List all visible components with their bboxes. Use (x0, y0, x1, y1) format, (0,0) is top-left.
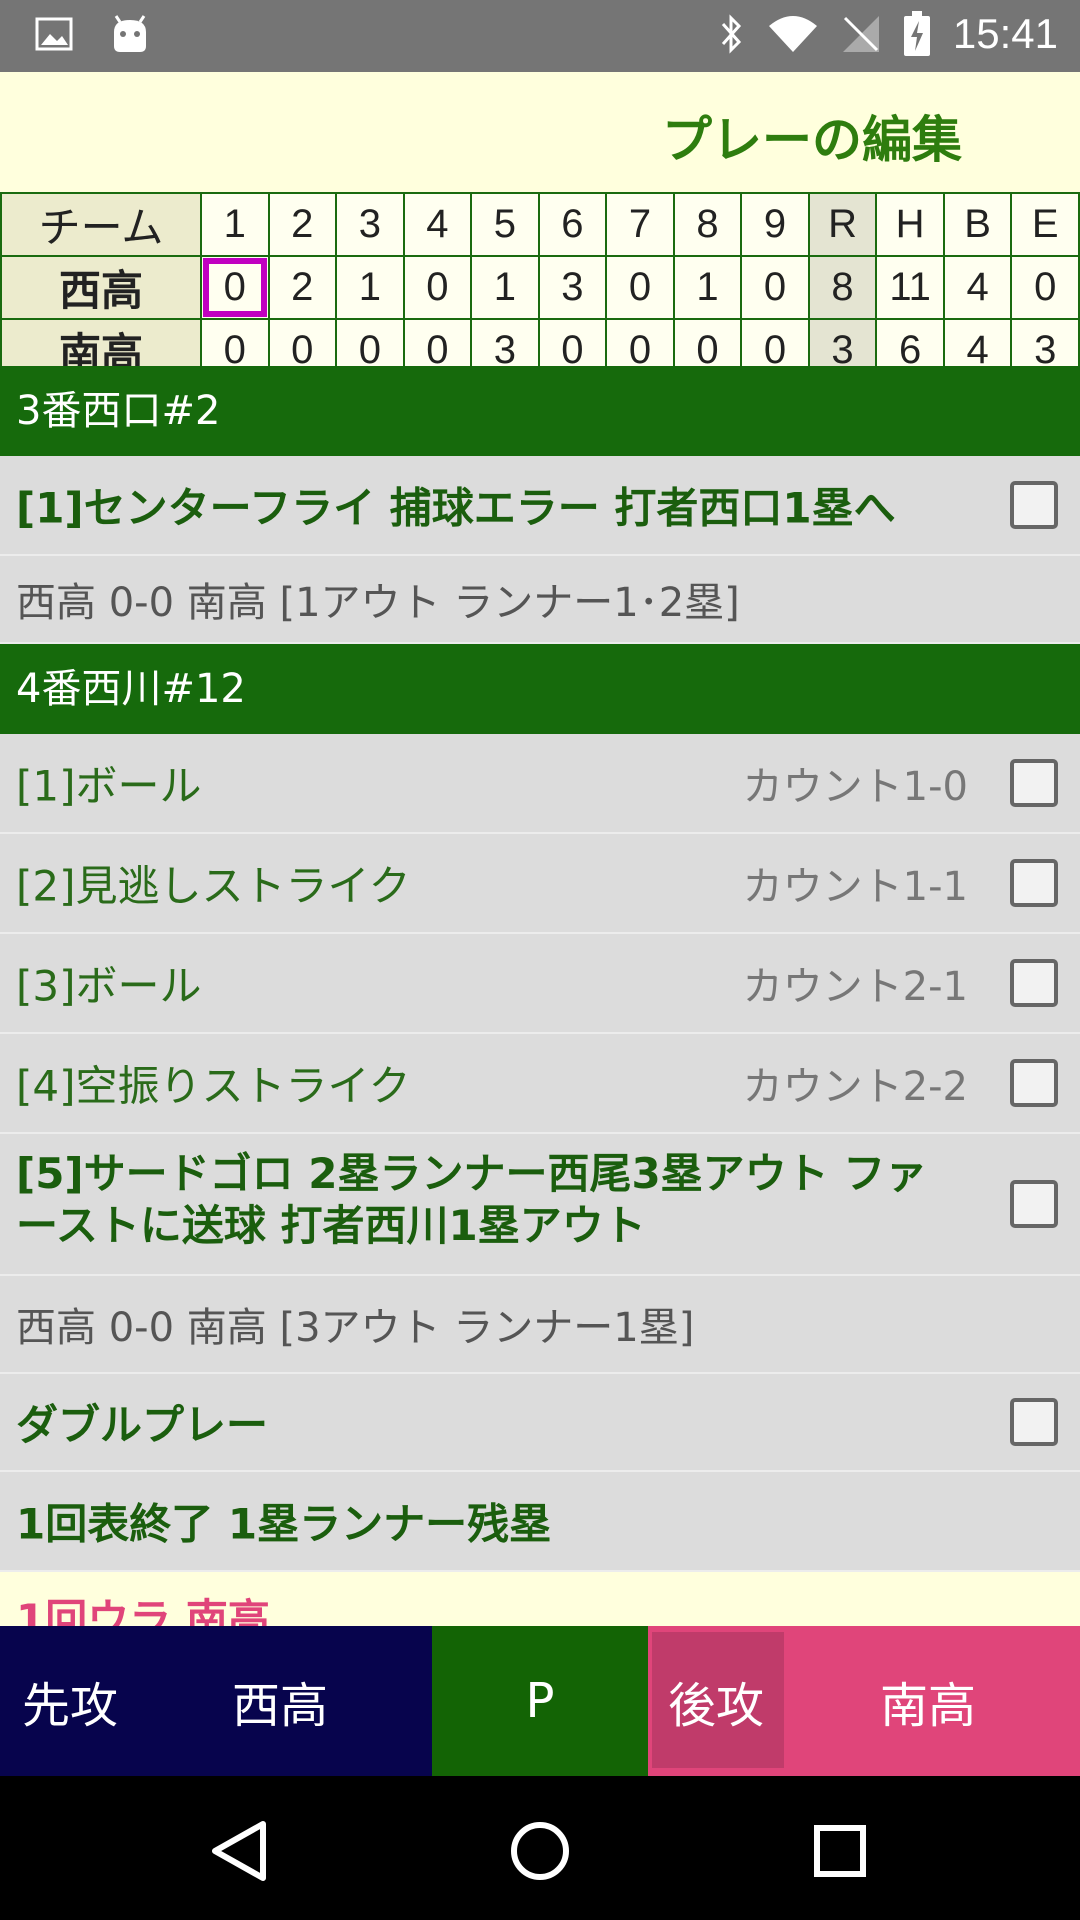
header-inning-1: 1 (200, 192, 270, 257)
header-errors: E (1010, 192, 1080, 257)
first-team-button[interactable]: 先攻 西高 (0, 1626, 432, 1776)
header-inning-2: 2 (267, 192, 338, 257)
battery-charging-icon (903, 11, 931, 57)
bluetooth-icon (717, 12, 745, 56)
page-title: プレーの編集 (662, 111, 962, 169)
score-cell[interactable]: 0 (605, 255, 675, 320)
score-cell[interactable]: 1 (335, 255, 405, 320)
play-checkbox[interactable] (1010, 759, 1058, 807)
pitch-count: カウント2-2 (742, 1064, 968, 1110)
score-cell[interactable]: 0 (740, 255, 810, 320)
second-team-button[interactable]: 後攻 南高 (648, 1626, 1080, 1776)
play-label: ダブルプレー (16, 1400, 269, 1450)
status-bar: 15:41 (0, 0, 1080, 72)
next-inning-text: 1回ウラ 南高 (16, 1595, 270, 1626)
balls-total: 4 (942, 255, 1013, 320)
pitch-label: [2]見逃しストライク (16, 861, 411, 911)
pitch-row[interactable]: [4]空振りストライク カウント2-2 (0, 1034, 1080, 1134)
first-label: 先攻 (22, 1678, 119, 1734)
scoreboard-row-west: 西高 0 2 1 0 1 3 0 1 0 8 11 4 0 (0, 255, 1080, 320)
score-cell-selected[interactable]: 0 (200, 255, 270, 320)
batter-header: 4番西川#12 (0, 644, 1080, 734)
score-cell[interactable]: 1 (470, 255, 540, 320)
wifi-icon (767, 14, 819, 54)
play-checkbox[interactable] (1010, 859, 1058, 907)
pitch-count: カウント1-1 (742, 864, 968, 910)
recents-icon[interactable] (805, 1816, 875, 1886)
pitch-label: [4]空振りストライク (16, 1061, 411, 1111)
situation-text: 西高 0-0 南高 [1アウト ランナー1･2塁] (16, 580, 740, 626)
situation-row: 西高 0-0 南高 [1アウト ランナー1･2塁] (0, 556, 1080, 644)
scoreboard-header-row: チーム 1 2 3 4 5 6 7 8 9 R H B E (0, 192, 1080, 257)
play-row[interactable]: [5]サードゴロ 2塁ランナー西尾3塁アウト ファーストに送球 打者西川1塁アウ… (0, 1134, 1080, 1276)
header-team: チーム (0, 192, 202, 257)
navigation-bar (0, 1776, 1080, 1920)
pitch-label: [1]ボール (16, 761, 202, 811)
pitch-count: カウント2-1 (742, 964, 968, 1010)
pitch-row[interactable]: [1]ボール カウント1-0 (0, 734, 1080, 834)
header-hits: H (875, 192, 945, 257)
runs-total: 8 (807, 255, 878, 320)
hits-total: 11 (875, 255, 945, 320)
second-label: 後攻 (668, 1678, 765, 1734)
play-row[interactable]: ダブルプレー (0, 1374, 1080, 1472)
image-icon (34, 14, 74, 58)
header-inning-9: 9 (740, 192, 810, 257)
errors-total: 0 (1010, 255, 1080, 320)
team-bar: 先攻 西高 P 後攻 南高 (0, 1626, 1080, 1776)
pitch-label: [3]ボール (16, 961, 202, 1011)
score-cell[interactable]: 3 (537, 255, 608, 320)
header-inning-7: 7 (605, 192, 675, 257)
header-runs: R (807, 192, 878, 257)
play-label: [5]サードゴロ 2塁ランナー西尾3塁アウト ファーストに送球 打者西川1塁アウ… (16, 1149, 928, 1250)
team-name-west: 西高 (0, 255, 202, 320)
pitch-count: カウント1-0 (742, 764, 968, 810)
play-row[interactable]: [1]センターフライ 捕球エラー 打者西口1塁へ (0, 456, 1080, 556)
play-list[interactable]: 3番西口#2 [1]センターフライ 捕球エラー 打者西口1塁へ 西高 0-0 南… (0, 366, 1080, 1626)
play-label: [1]センターフライ 捕球エラー 打者西口1塁へ (16, 483, 896, 533)
back-icon[interactable] (205, 1816, 275, 1886)
inning-end-text: 1回表終了 1塁ランナー残塁 (16, 1499, 552, 1549)
play-checkbox[interactable] (1010, 481, 1058, 529)
inning-end-row: 1回表終了 1塁ランナー残塁 (0, 1472, 1080, 1572)
score-cell[interactable]: 1 (672, 255, 743, 320)
header-inning-4: 4 (402, 192, 473, 257)
pitch-row[interactable]: [2]見逃しストライク カウント1-1 (0, 834, 1080, 934)
first-team-name: 西高 (232, 1678, 329, 1734)
no-signal-icon (841, 14, 881, 54)
pitch-row[interactable]: [3]ボール カウント2-1 (0, 934, 1080, 1034)
score-cell[interactable]: 2 (267, 255, 338, 320)
header-inning-8: 8 (672, 192, 743, 257)
scoreboard: チーム 1 2 3 4 5 6 7 8 9 R H B E 西高 0 2 1 0… (0, 192, 1080, 383)
status-time: 15:41 (952, 10, 1058, 57)
play-checkbox[interactable] (1010, 1059, 1058, 1107)
batter-header: 3番西口#2 (0, 366, 1080, 456)
header-inning-6: 6 (537, 192, 608, 257)
play-checkbox[interactable] (1010, 959, 1058, 1007)
home-icon[interactable] (505, 1816, 575, 1886)
play-checkbox[interactable] (1010, 1398, 1058, 1446)
header-balls: B (942, 192, 1013, 257)
second-team-name: 南高 (880, 1678, 977, 1734)
situation-row: 西高 0-0 南高 [3アウト ランナー1塁] (0, 1276, 1080, 1374)
score-cell[interactable]: 0 (402, 255, 473, 320)
pitcher-label: P (525, 1673, 555, 1729)
pitcher-button[interactable]: P (432, 1626, 648, 1776)
title-bar: プレーの編集 (0, 72, 1080, 192)
header-inning-3: 3 (335, 192, 405, 257)
play-checkbox[interactable] (1010, 1180, 1058, 1228)
header-inning-5: 5 (470, 192, 540, 257)
next-inning-header: 1回ウラ 南高 (0, 1572, 1080, 1626)
situation-text: 西高 0-0 南高 [3アウト ランナー1塁] (16, 1305, 695, 1351)
android-icon (110, 14, 150, 58)
